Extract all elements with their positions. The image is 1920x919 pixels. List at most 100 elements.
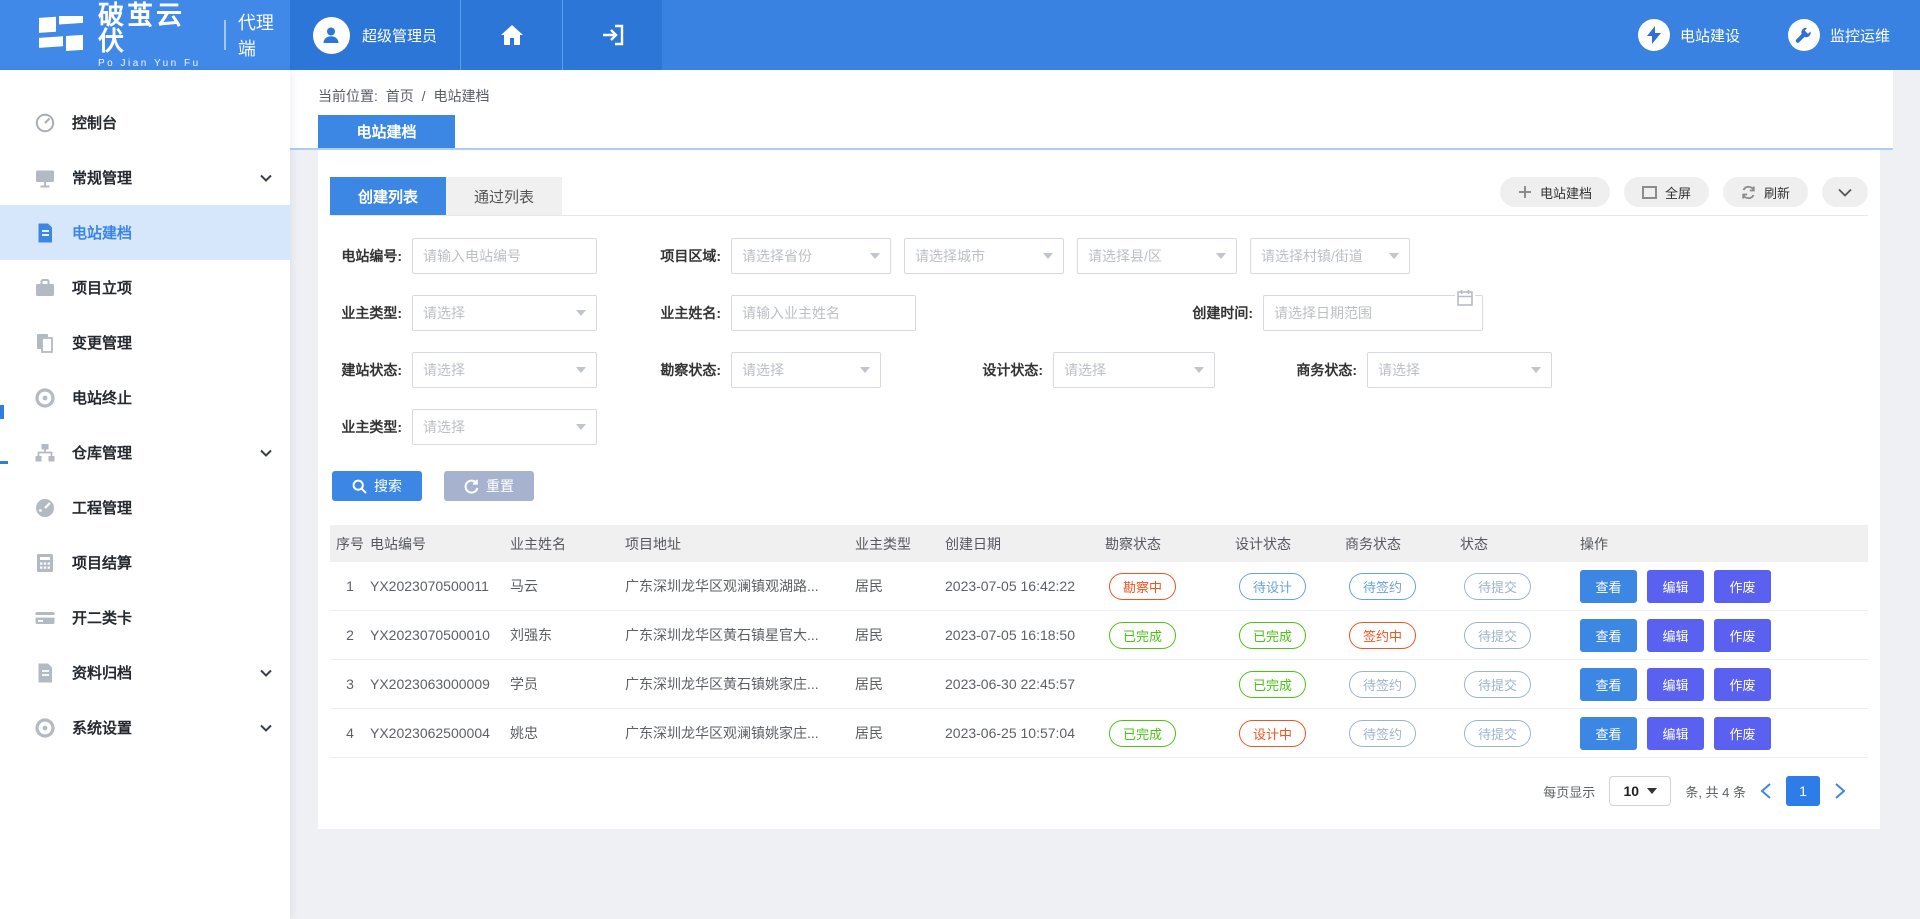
target-icon: [34, 387, 56, 409]
file-icon: [34, 662, 56, 684]
province-select[interactable]: 请选择省份: [731, 238, 891, 274]
search-button[interactable]: 搜索: [332, 471, 422, 501]
sidebar-item-data-archive[interactable]: 资料归档: [0, 645, 290, 700]
view-button[interactable]: 查看: [1580, 668, 1637, 701]
sidebar-item-system-settings[interactable]: 系统设置: [0, 700, 290, 755]
sidebar-item-console[interactable]: 控制台: [0, 95, 290, 150]
tab-passed-list[interactable]: 通过列表: [446, 177, 562, 215]
reset-icon: [464, 479, 479, 494]
status-badge: 勘察中: [1109, 573, 1176, 600]
nav-monitor-ops[interactable]: 监控运维: [1788, 19, 1890, 51]
lightning-icon: [1646, 26, 1662, 44]
station-code-input[interactable]: [412, 238, 597, 274]
status-badge: 已完成: [1109, 720, 1176, 747]
table-row: 4 YX2023062500004 姚忠 广东深圳龙华区观澜镇姚家庄... 居民…: [330, 709, 1868, 758]
status-badge: 待提交: [1464, 573, 1531, 600]
void-button[interactable]: 作废: [1714, 717, 1771, 750]
view-button[interactable]: 查看: [1580, 717, 1637, 750]
caret-icon: [1216, 253, 1226, 259]
owner-name-input[interactable]: [731, 295, 916, 331]
filter-label: 项目区域:: [649, 246, 721, 266]
sidebar-item-station-archive[interactable]: 电站建档: [0, 205, 290, 260]
sidebar-item-label: 开二类卡: [72, 607, 132, 628]
void-button[interactable]: 作废: [1714, 668, 1771, 701]
tab-create-list[interactable]: 创建列表: [330, 177, 446, 215]
table-header: 序号 电站编号 业主姓名 项目地址 业主类型 创建日期 勘察状态 设计状态 商务…: [330, 525, 1868, 562]
page-number-active[interactable]: 1: [1786, 776, 1820, 806]
fullscreen-button[interactable]: 全屏: [1624, 177, 1709, 207]
sidebar-item-label: 电站建档: [72, 222, 132, 243]
edit-button[interactable]: 编辑: [1647, 717, 1704, 750]
per-page-select[interactable]: 10: [1609, 776, 1671, 806]
business-status-select[interactable]: 请选择: [1367, 352, 1552, 388]
owner-type2-select[interactable]: 请选择: [412, 409, 597, 445]
status-badge: 待提交: [1464, 622, 1531, 649]
filter-label: 商务状态:: [1285, 360, 1357, 380]
caret-icon: [576, 424, 586, 430]
chevron-left-icon: [1760, 783, 1772, 799]
next-page-button[interactable]: [1834, 783, 1846, 799]
nav-label: 监控运维: [1830, 25, 1890, 46]
filter-label: 电站编号:: [330, 246, 402, 266]
logo-icon: [38, 16, 84, 54]
total-count-label: 条, 共 4 条: [1685, 782, 1746, 801]
fullscreen-icon: [1642, 186, 1657, 199]
status-badge: 已完成: [1239, 622, 1306, 649]
view-button[interactable]: 查看: [1580, 619, 1637, 652]
city-select[interactable]: 请选择城市: [904, 238, 1064, 274]
create-time-range-input[interactable]: [1263, 295, 1483, 331]
sidebar-item-warehouse-mgmt[interactable]: 仓库管理: [0, 425, 290, 480]
user-menu[interactable]: 超级管理员: [290, 0, 460, 70]
design-status-select[interactable]: 请选择: [1053, 352, 1215, 388]
nav-station-build[interactable]: 电站建设: [1638, 19, 1740, 51]
chevron-down-icon: [260, 174, 272, 182]
sidebar-item-station-termination[interactable]: 电站终止: [0, 370, 290, 425]
edit-button[interactable]: 编辑: [1647, 619, 1704, 652]
collapse-button[interactable]: [1822, 177, 1868, 207]
dashboard-icon: [34, 112, 56, 134]
sidebar-item-label: 工程管理: [72, 497, 132, 518]
build-status-select[interactable]: 请选择: [412, 352, 597, 388]
logo-block: 破茧云伏 Po Jian Yun Fu 代理端: [0, 0, 290, 70]
sidebar-item-general-mgmt[interactable]: 常规管理: [0, 150, 290, 205]
create-station-button[interactable]: 电站建档: [1500, 177, 1610, 207]
page-tab-station-archive[interactable]: 电站建档: [318, 115, 455, 148]
reset-button[interactable]: 重置: [444, 471, 534, 501]
filter-label: 业主姓名:: [649, 303, 721, 323]
sidebar-scroll-indicator: [0, 405, 4, 419]
logout-button[interactable]: [562, 0, 662, 70]
void-button[interactable]: 作废: [1714, 619, 1771, 652]
home-icon: [500, 24, 524, 46]
pagination: 每页显示 10 条, 共 4 条 1: [330, 776, 1868, 806]
chevron-down-icon: [260, 724, 272, 732]
prev-page-button[interactable]: [1760, 783, 1772, 799]
owner-type-select[interactable]: 请选择: [412, 295, 597, 331]
briefcase-icon: [34, 277, 56, 299]
sidebar-item-engineering-mgmt[interactable]: 工程管理: [0, 480, 290, 535]
status-badge: 设计中: [1239, 720, 1306, 747]
sidebar-item-project-initiation[interactable]: 项目立项: [0, 260, 290, 315]
sidebar-item-open-class2-card[interactable]: 开二类卡: [0, 590, 290, 645]
sidebar-item-change-mgmt[interactable]: 变更管理: [0, 315, 290, 370]
county-select[interactable]: 请选择县/区: [1077, 238, 1237, 274]
edit-button[interactable]: 编辑: [1647, 570, 1704, 603]
filter-label: 设计状态:: [971, 360, 1043, 380]
calculator-icon: [34, 552, 56, 574]
home-button[interactable]: [460, 0, 562, 70]
station-table: 序号 电站编号 业主姓名 项目地址 业主类型 创建日期 勘察状态 设计状态 商务…: [330, 525, 1868, 758]
breadcrumb-current: 电站建档: [433, 88, 489, 104]
void-button[interactable]: 作废: [1714, 570, 1771, 603]
village-select[interactable]: 请选择村镇/街道: [1250, 238, 1410, 274]
avatar: [313, 17, 350, 54]
refresh-button[interactable]: 刷新: [1723, 177, 1808, 207]
status-badge: 待签约: [1349, 720, 1416, 747]
app-header: 破茧云伏 Po Jian Yun Fu 代理端 超级管理员: [0, 0, 1920, 70]
sidebar-item-project-settlement[interactable]: 项目结算: [0, 535, 290, 590]
survey-status-select[interactable]: 请选择: [731, 352, 881, 388]
view-button[interactable]: 查看: [1580, 570, 1637, 603]
status-badge: 已完成: [1239, 671, 1306, 698]
breadcrumb-home[interactable]: 首页: [386, 88, 414, 104]
copy-icon: [34, 332, 56, 354]
edit-button[interactable]: 编辑: [1647, 668, 1704, 701]
caret-icon: [576, 310, 586, 316]
